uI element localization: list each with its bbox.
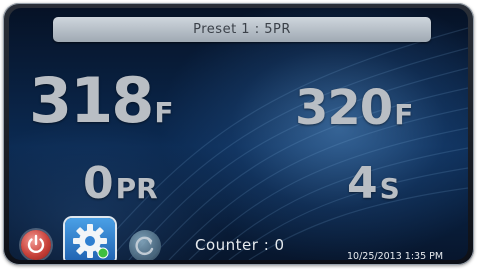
time-value: 4 <box>347 158 378 209</box>
time-unit: S <box>379 172 400 205</box>
power-icon <box>27 234 45 254</box>
display-screen: Preset 1 : 5PR 318F 320F 0PR 4S Counter … <box>9 8 468 260</box>
preset-label: Preset 1 : 5PR <box>193 22 291 37</box>
gear-icon <box>73 224 109 259</box>
settings-button[interactable] <box>65 218 115 260</box>
refresh-icon <box>135 236 154 256</box>
pressure-count-unit: PR <box>115 172 158 205</box>
refresh-button[interactable] <box>129 230 161 260</box>
datetime-label: 10/25/2013 1:35 PM <box>347 251 444 260</box>
temperature-right-value: 320 <box>295 80 393 136</box>
counter-label: Counter : 0 <box>195 236 285 254</box>
pressure-count-value: 0 <box>83 158 114 209</box>
device-frame: Preset 1 : 5PR 318F 320F 0PR 4S Counter … <box>3 3 474 265</box>
preset-bar[interactable]: Preset 1 : 5PR <box>53 17 431 42</box>
temperature-right-readout: 320F <box>295 80 413 136</box>
time-readout: 4S <box>347 158 400 209</box>
temperature-left-readout: 318F <box>29 64 174 137</box>
temperature-left-unit: F <box>154 96 173 129</box>
power-button[interactable] <box>21 230 51 260</box>
temperature-right-unit: F <box>394 98 413 131</box>
pressure-count-readout: 0PR <box>83 158 158 209</box>
temperature-left-value: 318 <box>29 64 154 137</box>
